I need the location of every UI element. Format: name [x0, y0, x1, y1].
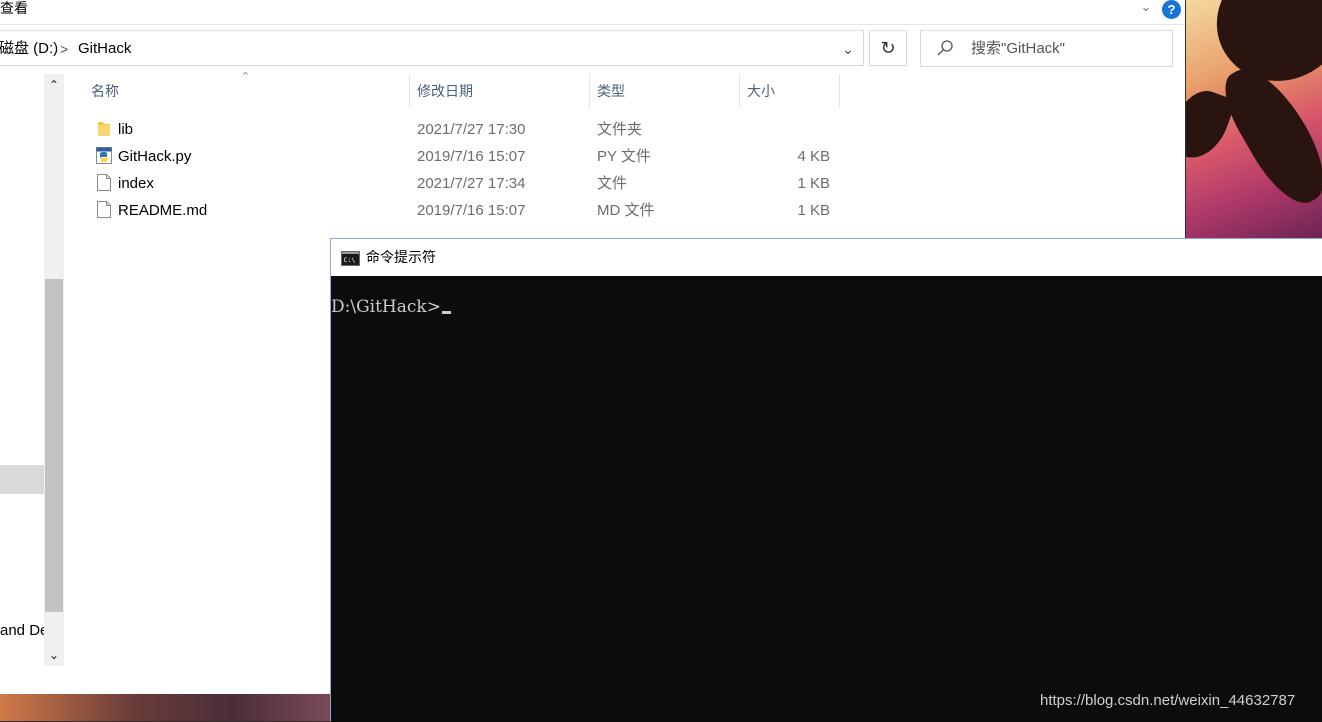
command-prompt-window[interactable]: C:\ 命令提示符 D:\GitHack> [330, 238, 1322, 722]
refresh-icon: ↻ [880, 38, 896, 58]
file-size: 1 KB [797, 202, 830, 219]
cmd-title-bar[interactable]: C:\ 命令提示符 [331, 239, 1322, 276]
file-type: 文件夹 [597, 121, 643, 138]
address-bar[interactable]: 磁盘 (D:) > GitHack ⌄ [0, 30, 864, 66]
column-header-type[interactable]: 类型 [597, 82, 625, 100]
file-row[interactable]: lib 2021/7/27 17:30 文件夹 [90, 116, 850, 143]
file-name: index [118, 175, 154, 192]
breadcrumb-folder[interactable]: GitHack [78, 40, 131, 58]
column-header-date[interactable]: 修改日期 [417, 82, 473, 100]
column-header-size[interactable]: 大小 [747, 82, 775, 100]
cmd-window-title: 命令提示符 [366, 249, 436, 265]
nav-pane-scrollbar[interactable]: ⌃ ⌄ [44, 74, 64, 666]
column-header-name[interactable]: 名称 [91, 82, 119, 100]
cmd-app-icon: C:\ [341, 251, 360, 266]
file-date: 2019/7/16 15:07 [417, 148, 526, 165]
breadcrumb-drive[interactable]: 磁盘 (D:) [0, 40, 58, 58]
file-size: 4 KB [797, 148, 830, 165]
ribbon-bar: 查看 ⌄ ? [0, 0, 1185, 25]
breadcrumb-separator-icon[interactable]: > [60, 40, 68, 58]
file-row[interactable]: README.md 2019/7/16 15:07 MD 文件 1 KB [90, 197, 850, 224]
address-history-dropdown-icon[interactable]: ⌄ [835, 38, 861, 60]
ribbon-tab-view[interactable]: 查看 [0, 0, 28, 17]
column-divider[interactable] [409, 74, 410, 108]
file-type: MD 文件 [597, 202, 655, 219]
file-icon [97, 201, 111, 218]
file-type: PY 文件 [597, 148, 651, 165]
folder-icon [98, 122, 110, 136]
file-date: 2021/7/27 17:30 [417, 121, 526, 138]
file-icon [97, 174, 111, 191]
watermark-text: https://blog.csdn.net/weixin_44632787 [1040, 692, 1296, 709]
search-icon [937, 40, 953, 56]
refresh-button[interactable]: ↻ [869, 30, 907, 66]
desktop-wallpaper [1186, 0, 1322, 240]
nav-pane-item-label[interactable]: and De [0, 622, 44, 640]
cmd-prompt: D:\GitHack> [331, 297, 441, 317]
python-file-icon [96, 147, 112, 164]
desktop-wallpaper-bottom [0, 694, 331, 721]
search-placeholder: 搜索"GitHack" [971, 40, 1065, 57]
nav-pane-selected-item[interactable] [0, 465, 44, 494]
cmd-console[interactable]: D:\GitHack> [331, 276, 1322, 722]
search-input[interactable]: 搜索"GitHack" [920, 30, 1173, 67]
scrollbar-thumb[interactable] [45, 279, 63, 612]
file-date: 2021/7/27 17:34 [417, 175, 526, 192]
file-date: 2019/7/16 15:07 [417, 202, 526, 219]
help-icon[interactable]: ? [1162, 0, 1181, 19]
file-name: README.md [118, 202, 208, 219]
file-size: 1 KB [797, 175, 830, 192]
address-row: 磁盘 (D:) > GitHack ⌄ ↻ 搜索"GitHack" [0, 30, 1185, 68]
file-row[interactable]: index 2021/7/27 17:34 文件 1 KB [90, 170, 850, 197]
sort-ascending-icon: ⌃ [241, 71, 251, 83]
svg-text:C:\: C:\ [344, 256, 356, 264]
scroll-down-arrow-icon[interactable]: ⌄ [44, 644, 64, 666]
text-cursor [441, 311, 451, 314]
file-type: 文件 [597, 175, 628, 192]
scroll-up-arrow-icon[interactable]: ⌃ [44, 74, 64, 96]
column-divider[interactable] [589, 74, 590, 108]
file-row[interactable]: GitHack.py 2019/7/16 15:07 PY 文件 4 KB [90, 143, 850, 170]
column-divider[interactable] [839, 74, 840, 108]
file-name: GitHack.py [118, 148, 192, 165]
file-name: lib [118, 121, 134, 138]
ribbon-expand-chevron-icon[interactable]: ⌄ [1138, 0, 1154, 14]
column-divider[interactable] [739, 74, 740, 108]
cmd-prompt-line: D:\GitHack> [331, 297, 451, 317]
